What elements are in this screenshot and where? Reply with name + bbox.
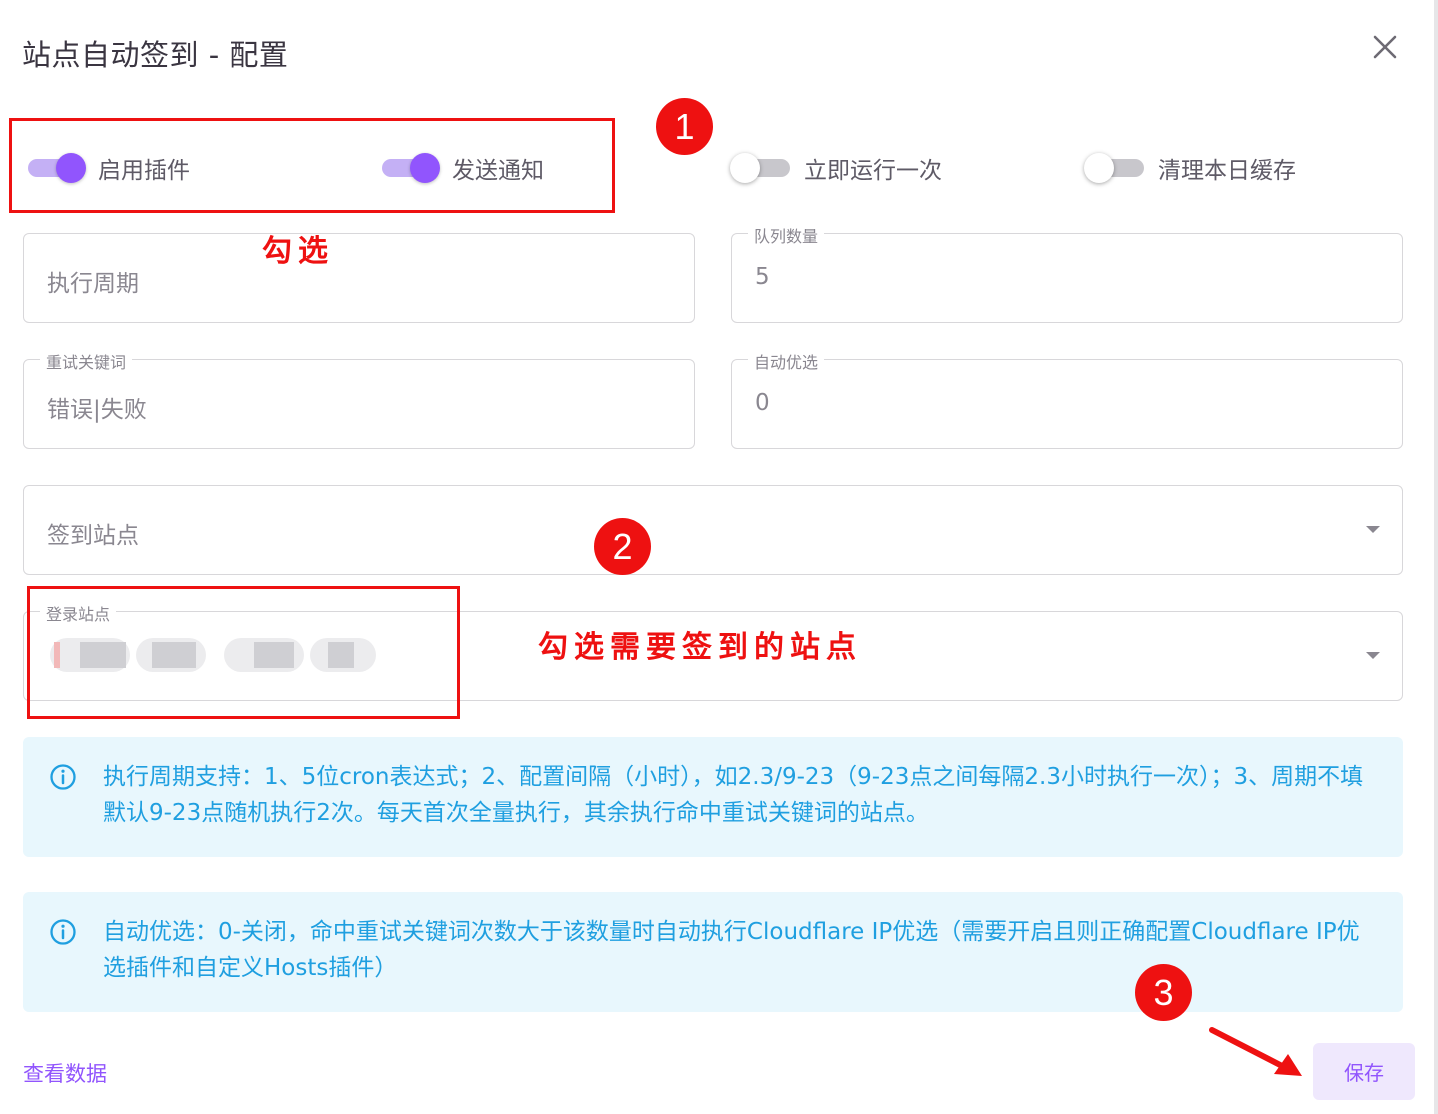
- retry-keywords-label: 重试关键词: [40, 349, 133, 373]
- queue-count-label: 队列数量: [748, 223, 825, 247]
- sign-sites-placeholder: 签到站点: [47, 523, 139, 549]
- switch-thumb: [730, 153, 760, 183]
- switch-track: [730, 153, 790, 183]
- retry-keywords-value: 错误|失败: [47, 397, 147, 423]
- annotation-badge-3: 3: [1135, 964, 1192, 1021]
- clear-cache-label: 清理本日缓存: [1158, 158, 1296, 184]
- annotation-box-login-sites: [27, 586, 460, 719]
- config-dialog: 站点自动签到 - 配置 启用插件 发送通知 立即运行一次 清理本日缓存 执行周期…: [0, 0, 1438, 1114]
- clear-cache-switch[interactable]: 清理本日缓存: [1084, 150, 1296, 186]
- cron-info-alert: 执行周期支持：1、5位cron表达式；2、配置间隔（小时），如2.3/9-23（…: [23, 737, 1403, 857]
- run-once-switch[interactable]: 立即运行一次: [730, 150, 942, 186]
- annotation-check-note: 勾选: [262, 234, 334, 269]
- chevron-down-icon[interactable]: [1366, 526, 1380, 533]
- chevron-down-icon[interactable]: [1366, 652, 1380, 659]
- auto-optimize-info-alert: 自动优选：0-关闭，命中重试关键词次数大于该数量时自动执行Cloudflare …: [23, 892, 1403, 1012]
- annotation-badge-1: 1: [656, 98, 713, 155]
- auto-optimize-value: 0: [755, 390, 770, 416]
- retry-keywords-input[interactable]: 重试关键词 错误|失败: [23, 349, 695, 449]
- auto-optimize-label: 自动优选: [748, 349, 825, 373]
- close-icon[interactable]: [1366, 28, 1404, 66]
- save-button[interactable]: 保存: [1313, 1043, 1415, 1100]
- switch-track: [1084, 153, 1144, 183]
- view-data-link[interactable]: 查看数据: [23, 1058, 107, 1088]
- queue-count-value: 5: [755, 264, 770, 290]
- annotation-sites-note: 勾选需要签到的站点: [538, 630, 862, 665]
- info-icon: [50, 919, 76, 945]
- run-once-label: 立即运行一次: [804, 158, 942, 184]
- auto-optimize-input[interactable]: 自动优选 0: [731, 349, 1403, 449]
- cron-input[interactable]: 执行周期: [23, 233, 695, 323]
- annotation-badge-2: 2: [594, 518, 651, 575]
- cron-placeholder: 执行周期: [47, 271, 139, 297]
- switch-thumb: [1084, 153, 1114, 183]
- sign-sites-select[interactable]: 签到站点: [23, 485, 1403, 575]
- annotation-box-switches: [9, 118, 615, 213]
- info-icon: [50, 764, 76, 790]
- annotation-arrow-icon: [1209, 1027, 1302, 1076]
- queue-count-input[interactable]: 队列数量 5: [731, 223, 1403, 323]
- cron-info-text: 执行周期支持：1、5位cron表达式；2、配置间隔（小时），如2.3/9-23（…: [103, 764, 1364, 826]
- dialog-title: 站点自动签到 - 配置: [22, 38, 289, 72]
